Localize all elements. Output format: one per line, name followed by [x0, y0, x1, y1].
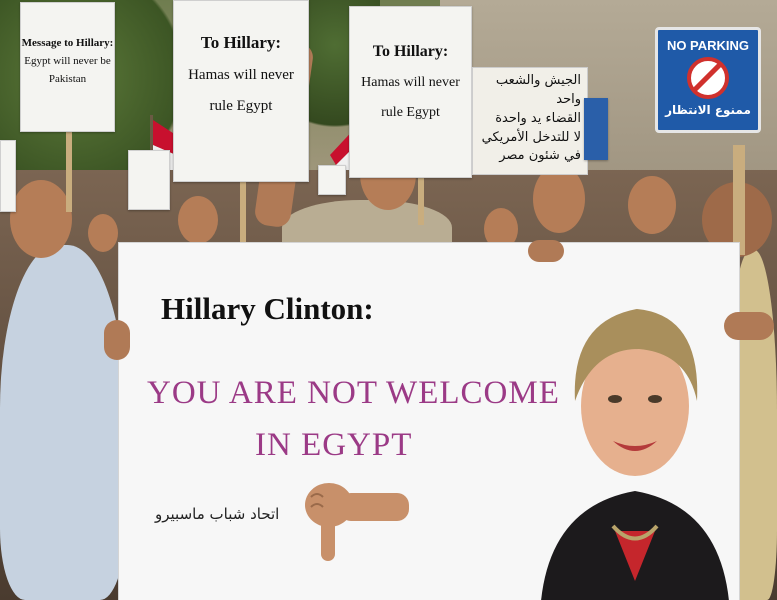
sign-pole — [418, 175, 424, 225]
arabic-protest-sign: الجيش والشعب واحد القضاء يد واحدة لا للت… — [472, 67, 588, 175]
sign-line: Pakistan — [48, 73, 87, 85]
protest-sign-hamas: To Hillary: Hamas will never rule Egypt — [173, 0, 309, 182]
protest-photo: Message to Hillary: Egypt will never be … — [0, 0, 777, 600]
protest-banner: Hillary Clinton: YOU ARE NOT WELCOME IN … — [118, 242, 740, 600]
no-parking-icon — [687, 57, 729, 99]
sign-line: Hamas will never — [188, 67, 294, 83]
sign-pole — [66, 132, 72, 212]
hand — [528, 240, 564, 262]
protest-sign-hamas: To Hillary: Hamas will never rule Egypt — [349, 6, 472, 178]
no-parking-sign: NO PARKING ممنوع الانتظار — [655, 27, 761, 133]
thumbs-down-icon — [305, 483, 409, 561]
protester-left-head — [10, 180, 72, 258]
sign-line: القضاء يد واحدة — [495, 110, 581, 126]
banner-headline: YOU ARE NOT WELCOME — [147, 375, 560, 411]
protester-head — [533, 165, 585, 233]
banner-arabic-signature: اتحاد شباب ماسبيرو — [155, 505, 280, 523]
sign-line: لا للتدخل الأمريكي — [481, 129, 581, 145]
sign-line: To Hillary: — [372, 43, 449, 60]
sign-line: Hamas will never — [361, 75, 460, 90]
background-sign — [0, 140, 16, 212]
sign-line: rule Egypt — [381, 105, 440, 120]
banner-headline: IN EGYPT — [255, 427, 413, 463]
protest-sign-message: Message to Hillary: Egypt will never be … — [20, 2, 115, 132]
protester-head — [88, 214, 118, 252]
sign-line: الجيش والشعب واحد — [495, 73, 581, 107]
background-sign — [318, 165, 346, 195]
sign-pole — [240, 182, 246, 242]
hand — [104, 320, 130, 360]
hillary-clinton-portrait — [541, 309, 729, 600]
protester-left — [0, 245, 125, 600]
background-sign — [128, 150, 170, 210]
protester-head — [178, 196, 218, 244]
protester-head — [628, 176, 676, 234]
no-parking-arabic: ممنوع الانتظار — [665, 103, 751, 117]
no-parking-title: NO PARKING — [666, 38, 750, 53]
sign-line: To Hillary: — [200, 33, 282, 52]
background-sign — [584, 98, 608, 160]
hand — [724, 312, 774, 340]
sign-line: Message to Hillary: — [21, 37, 114, 49]
sign-line: Egypt will never be — [24, 55, 111, 67]
sign-line: في شئون مصر — [499, 148, 581, 164]
sign-pole — [733, 145, 745, 255]
sign-line: rule Egypt — [209, 98, 273, 114]
banner-title: Hillary Clinton: — [161, 291, 374, 326]
